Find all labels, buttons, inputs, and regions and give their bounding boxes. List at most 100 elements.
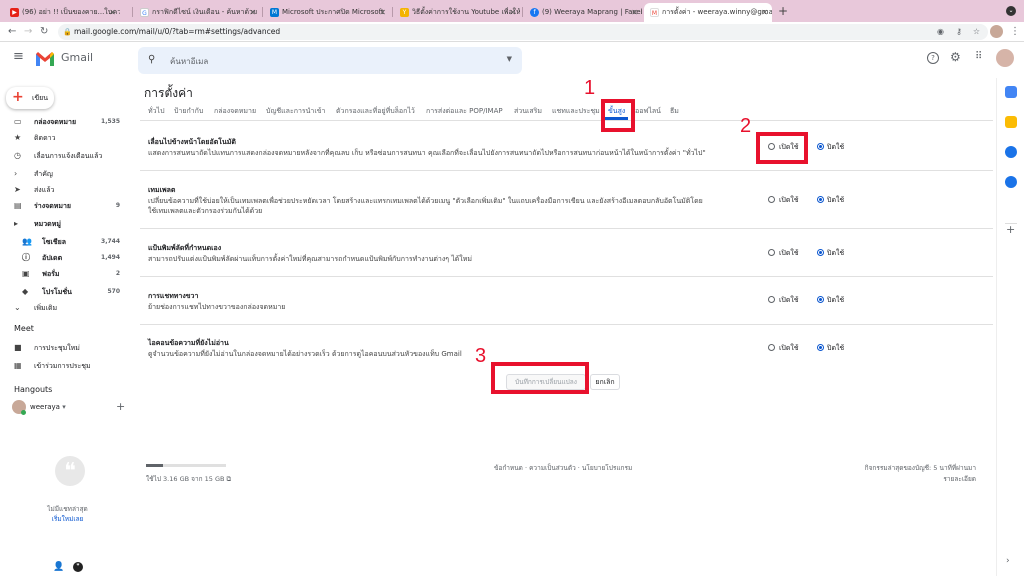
- people-icon: 👥: [22, 237, 32, 246]
- meet-join-meeting[interactable]: ▦ เข้าร่วมการประชุม: [0, 358, 130, 374]
- disable-radio[interactable]: [817, 143, 824, 150]
- url-field[interactable]: 🔒 mail.google.com/mail/u/0/?tab=rm#setti…: [58, 24, 988, 40]
- gear-icon[interactable]: ⚙: [950, 50, 961, 64]
- setting-description: ย้ายช่องการแชทไปทางขวาของกล่องจดหมาย: [148, 303, 286, 311]
- sidebar-item-drafts[interactable]: ▤ ร่างจดหมาย 9: [0, 198, 130, 214]
- gmail-logo[interactable]: [36, 51, 54, 66]
- browser-tab[interactable]: f (9) Weeraya Maprang | Facebo ✕: [524, 3, 642, 22]
- sidebar-item-more[interactable]: ⌄ เพิ่มเติม: [0, 300, 130, 316]
- label-icon: ▸: [14, 219, 19, 228]
- sidebar-item-social[interactable]: 👥 โซเชียล 3,744: [0, 234, 130, 250]
- row-divider: [140, 228, 993, 229]
- tab-accounts-import[interactable]: บัญชีและการนำเข้า: [266, 106, 325, 117]
- meet-heading: Meet: [14, 324, 34, 333]
- lock-icon: 🔒: [63, 28, 72, 36]
- google-icon: G: [140, 8, 149, 17]
- sidebar-item-starred[interactable]: ★ ติดดาว: [0, 130, 130, 146]
- enable-radio[interactable]: [768, 296, 775, 303]
- back-icon[interactable]: ←: [8, 24, 16, 40]
- enable-radio[interactable]: [768, 196, 775, 203]
- start-new-chat-link[interactable]: เริ่มใหม่เลย: [0, 514, 135, 524]
- online-status-dot: [21, 410, 26, 415]
- close-icon[interactable]: ✕: [249, 3, 256, 22]
- key-icon[interactable]: ⚷: [956, 24, 962, 40]
- sidebar-item-important[interactable]: › สำคัญ: [0, 166, 130, 182]
- chat-bubble-icon[interactable]: ❞: [73, 562, 83, 572]
- account-avatar[interactable]: [996, 49, 1014, 67]
- browser-tab-active[interactable]: M การตั้งค่า - weeraya.winny@gma ✕: [644, 3, 772, 22]
- browser-tab[interactable]: M Microsoft ประกาศปิด Microsoft ✕: [264, 3, 390, 22]
- profile-avatar[interactable]: [990, 25, 1003, 38]
- tab-general[interactable]: ทั่วไป: [148, 106, 165, 117]
- sidebar-item-promotions[interactable]: ◆ โปรโมชั่น 570: [0, 284, 130, 300]
- tab-addons[interactable]: ส่วนเสริม: [514, 106, 542, 117]
- details-link[interactable]: รายละเอียด: [800, 474, 976, 484]
- close-icon[interactable]: ✕: [761, 3, 768, 22]
- cancel-button[interactable]: ยกเลิก: [590, 374, 620, 390]
- new-tab-button[interactable]: +: [778, 4, 788, 18]
- hangouts-user[interactable]: weeraya ▾: [30, 403, 66, 411]
- disable-radio[interactable]: [817, 344, 824, 351]
- annotation-number: 1: [584, 77, 596, 99]
- add-contact-icon[interactable]: +: [116, 400, 125, 413]
- disable-radio[interactable]: [817, 196, 824, 203]
- keep-icon[interactable]: [1005, 116, 1017, 128]
- browser-tab[interactable]: Y วิธีตั้งค่าการใช้งาน Youtube เพื่อให้ ✕: [394, 3, 520, 22]
- person-icon[interactable]: 👤: [53, 562, 64, 572]
- open-in-new-icon[interactable]: ⧉: [227, 475, 232, 483]
- footer-links[interactable]: ข้อกำหนด · ความเป็นส่วนตัว · นโยบายโปรแก…: [494, 463, 632, 473]
- sidebar-item-sent[interactable]: ➤ ส่งแล้ว: [0, 182, 130, 198]
- add-addon-icon[interactable]: +: [1006, 224, 1015, 236]
- last-activity: กิจกรรมล่าสุดของบัญชี: 5 นาทีที่ผ่านมา: [864, 464, 976, 472]
- address-bar: ← → ↻ 🔒 mail.google.com/mail/u/0/?tab=rm…: [0, 22, 1024, 42]
- tab-inbox[interactable]: กล่องจดหมาย: [214, 106, 256, 117]
- enable-label: เปิดใช้: [779, 344, 799, 352]
- tab-offline[interactable]: ออฟไลน์: [635, 106, 661, 117]
- hamburger-menu-icon[interactable]: ≡: [13, 50, 24, 64]
- search-bar[interactable]: ⚲ ค้นหาอีเมล ▼: [138, 47, 522, 74]
- enable-radio[interactable]: [768, 249, 775, 256]
- important-icon: ›: [14, 169, 18, 178]
- contacts-icon[interactable]: [1005, 176, 1017, 188]
- help-icon[interactable]: ?: [927, 52, 939, 64]
- calendar-icon[interactable]: [1005, 86, 1017, 98]
- site-icon: Y: [400, 8, 409, 17]
- disable-radio[interactable]: [817, 249, 824, 256]
- tasks-icon[interactable]: [1005, 146, 1017, 158]
- search-input[interactable]: ค้นหาอีเมล: [170, 55, 208, 68]
- more-menu-icon[interactable]: ⋮: [1010, 25, 1020, 38]
- apps-grid-icon[interactable]: ⠿: [975, 50, 982, 64]
- chevron-right-icon[interactable]: ›: [1006, 556, 1010, 566]
- disable-radio[interactable]: [817, 296, 824, 303]
- forward-icon[interactable]: →: [24, 24, 32, 40]
- close-icon[interactable]: ✕: [509, 3, 516, 22]
- compose-button[interactable]: + เขียน: [6, 87, 54, 109]
- tab-forwarding-pop-imap[interactable]: การส่งต่อและ POP/IMAP: [426, 106, 503, 117]
- enable-radio[interactable]: [768, 344, 775, 351]
- search-options-icon[interactable]: ▼: [507, 55, 512, 63]
- tab-menu-icon[interactable]: ⌄: [1006, 6, 1016, 16]
- setting-title: การแชททางขวา: [148, 292, 199, 300]
- tab-themes[interactable]: ธีม: [670, 106, 679, 117]
- browser-tab[interactable]: ▶ (96) อย่า !! เป็นของคาย...ในความ ✕: [4, 3, 120, 22]
- reload-icon[interactable]: ↻: [40, 24, 48, 40]
- tag-icon: ◆: [22, 287, 29, 296]
- eye-icon[interactable]: ◉: [937, 24, 944, 40]
- hangouts-heading: Hangouts: [14, 385, 53, 394]
- sidebar-item-categories[interactable]: ▸ หมวดหมู่: [0, 216, 130, 232]
- bookmark-star-icon[interactable]: ☆: [973, 24, 980, 40]
- close-icon[interactable]: ✕: [631, 3, 638, 22]
- tab-chat-meet[interactable]: แชทและประชุม: [552, 106, 600, 117]
- meet-new-meeting[interactable]: ■ การประชุมใหม่: [0, 340, 130, 356]
- tab-filters-blocked[interactable]: ตัวกรองและที่อยู่ที่บล็อกไว้: [336, 106, 415, 117]
- browser-tab[interactable]: G กราฟิกดีไซน์ เงินเดือน - ค้นหาด้วย ✕: [134, 3, 260, 22]
- search-icon[interactable]: ⚲: [148, 53, 155, 67]
- sidebar-item-forums[interactable]: ▣ ฟอรั่ม 2: [0, 266, 130, 282]
- sidebar-item-inbox[interactable]: ▭ กล่องจดหมาย 1,535: [0, 114, 130, 130]
- sidebar-item-updates[interactable]: ⓘ อัปเดต 1,494: [0, 250, 130, 266]
- enable-label: เปิดใช้: [779, 296, 799, 304]
- tab-labels[interactable]: ป้ายกำกับ: [174, 106, 203, 117]
- sidebar-item-snoozed[interactable]: ◷ เลื่อนการแจ้งเตือนแล้ว: [0, 148, 130, 164]
- close-icon[interactable]: ✕: [109, 3, 116, 22]
- close-icon[interactable]: ✕: [379, 3, 386, 22]
